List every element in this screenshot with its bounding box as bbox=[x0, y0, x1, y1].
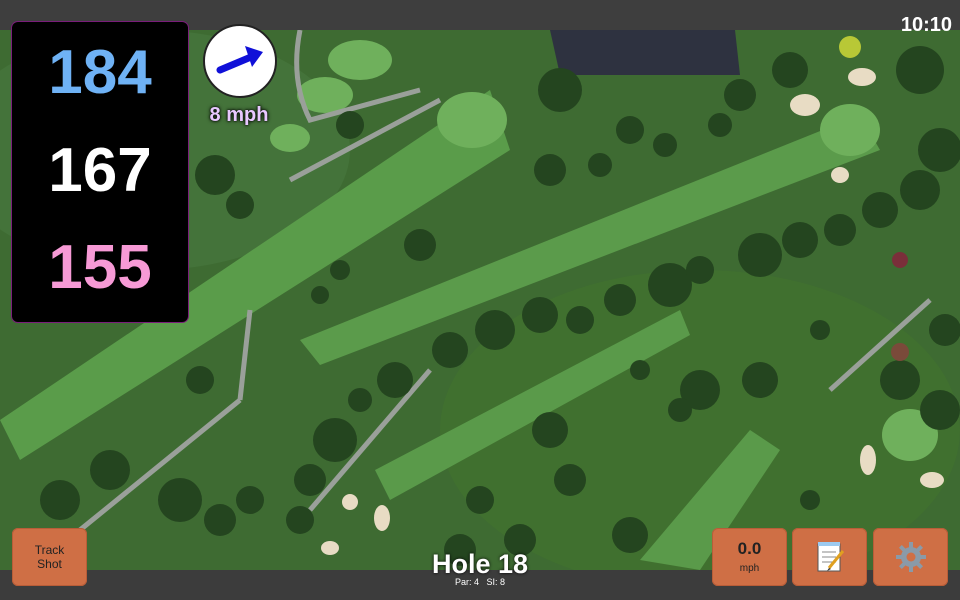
wind-speed-unit: mph bbox=[739, 563, 760, 574]
gear-icon bbox=[895, 542, 926, 572]
track-shot-button[interactable]: Track Shot bbox=[12, 528, 87, 586]
hole-stroke-index: SI: 8 bbox=[486, 577, 506, 587]
yardage-panel: 184 167 155 bbox=[12, 22, 188, 322]
back-yardage: 184 bbox=[48, 38, 152, 107]
middle-yardage: 167 bbox=[48, 136, 152, 205]
wind-speed-label: 8 mph bbox=[209, 104, 269, 126]
notepad-icon bbox=[817, 542, 844, 572]
clock-time: 10:10 bbox=[900, 14, 952, 36]
settings-button[interactable] bbox=[873, 528, 948, 586]
arrow-icon bbox=[216, 46, 263, 74]
track-shot-label: Track Shot bbox=[34, 543, 65, 571]
hole-par: Par: 4 bbox=[454, 577, 479, 587]
wind-speed-button[interactable]: 0.0 mph bbox=[712, 528, 787, 586]
wind-direction-indicator bbox=[203, 24, 277, 98]
notes-button[interactable] bbox=[792, 528, 867, 586]
hole-title: Hole 18 bbox=[431, 549, 529, 579]
wind-speed-value: 0.0 bbox=[737, 539, 762, 558]
front-yardage: 155 bbox=[48, 233, 152, 302]
hole-info: Par: 4 SI: 8 bbox=[380, 577, 580, 587]
